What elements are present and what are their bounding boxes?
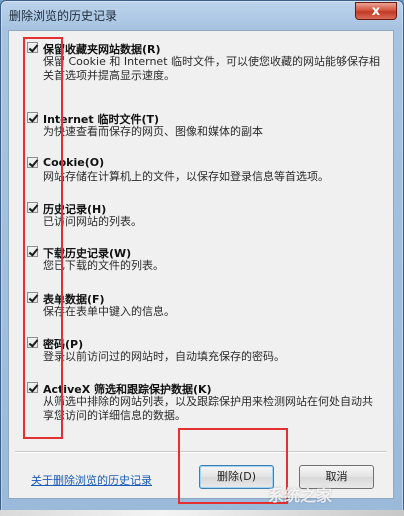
option-description: 已访问网站的列表。: [43, 215, 142, 228]
title-bar[interactable]: 删除浏览的历史记录 x: [1, 1, 403, 29]
window-title: 删除浏览的历史记录: [9, 9, 118, 23]
option-description: 为快速查看而保存的网页、图像和媒体的副本: [43, 125, 263, 138]
delete-history-dialog: 删除浏览的历史记录 x 保留收藏夹网站数据(R) 保留 Cookie 和 Int…: [0, 0, 404, 512]
option-description: 从筛选中排除的网站列表，以及跟踪保护用来检测网站在何处自动共享您访问的详细信息的…: [43, 395, 373, 422]
close-button[interactable]: x: [355, 2, 397, 20]
checkbox-column-highlight: [23, 37, 63, 439]
option-description: 网站存储在计算机上的文件，以保存如登录信息等首选项。: [43, 170, 329, 183]
taskbar-strip: [0, 510, 404, 516]
about-delete-history-link[interactable]: 关于删除浏览的历史记录: [31, 472, 152, 488]
option-description: 保留 Cookie 和 Internet 临时文件，可以使您收藏的网站能够保存相…: [43, 55, 380, 82]
option-description: 您已下载的文件的列表。: [43, 259, 164, 272]
option-description: 保存在表单中键入的信息。: [43, 305, 175, 318]
option-description: 登录以前访问过的网站时，自动填充保存的密码。: [43, 350, 285, 363]
close-icon: x: [371, 4, 381, 19]
site-watermark: 系统之家: [268, 486, 333, 505]
